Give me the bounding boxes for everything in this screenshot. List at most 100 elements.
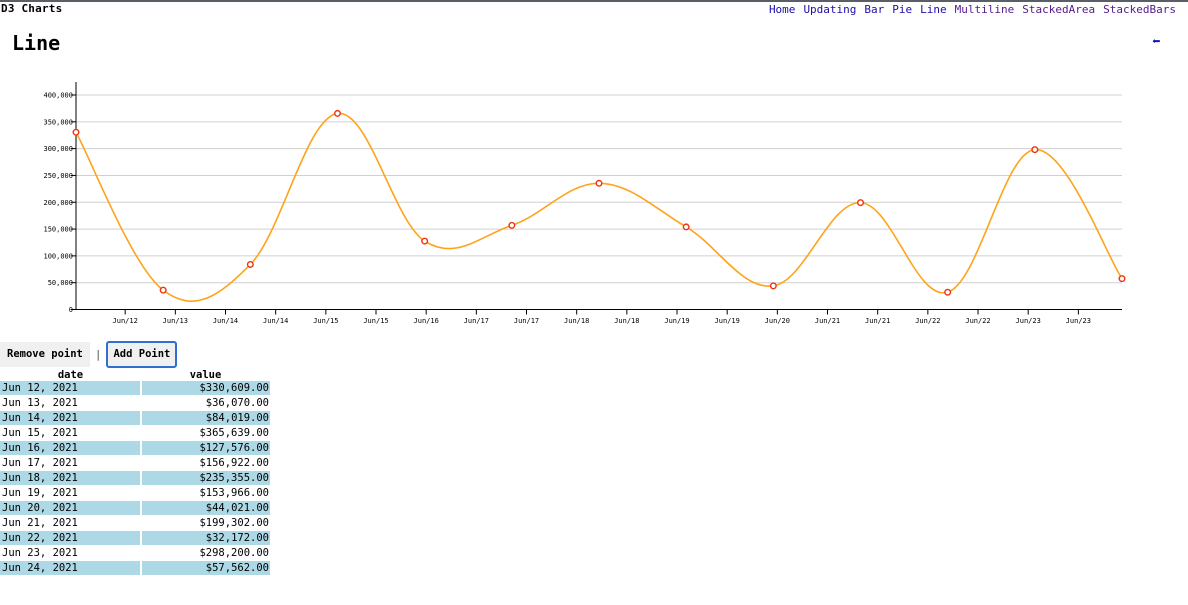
value-cell: $365,639.00 — [140, 425, 270, 441]
table-row: Jun 15, 2021 $365,639.00 — [0, 425, 270, 441]
data-point — [159, 286, 167, 294]
date-cell: Jun 12, 2021 — [0, 381, 141, 396]
date-cell: Jun 18, 2021 — [0, 470, 141, 486]
value-cell: $153,966.00 — [140, 485, 270, 501]
left-arrow-icon[interactable]: ⬅ — [1152, 34, 1160, 50]
y-tick-label: 0 — [69, 306, 73, 314]
y-tick-label: 350,000 — [43, 118, 73, 126]
table-row: Jun 16, 2021 $127,576.00 — [0, 440, 270, 456]
x-tick-label: Jun/23 — [1066, 317, 1091, 325]
date-cell: Jun 14, 2021 — [0, 410, 141, 426]
value-cell: $330,609.00 — [140, 381, 270, 396]
nav-link-pie[interactable]: Pie — [892, 3, 912, 16]
data-point — [72, 128, 80, 136]
y-tick-label: 300,000 — [43, 145, 73, 153]
x-tick-label: Jun/16 — [414, 317, 439, 325]
x-tick-label: Jun/22 — [915, 317, 940, 325]
table-row: Jun 21, 2021 $199,302.00 — [0, 515, 270, 531]
table-row: Jun 22, 2021 $32,172.00 — [0, 530, 270, 546]
data-point — [334, 109, 342, 117]
value-cell: $32,172.00 — [140, 530, 270, 546]
table-row: Jun 24, 2021 $57,562.00 — [0, 560, 270, 576]
x-tick-label: Jun/13 — [163, 317, 188, 325]
value-cell: $298,200.00 — [140, 545, 270, 561]
line-chart: 0 50,000 100,000 150,000 200,000 250,000 300,0… — [43, 82, 1126, 325]
x-tick-label: Jun/14 — [263, 317, 288, 325]
x-tick-label: Jun/15 — [363, 317, 388, 325]
x-tick-label: Jun/12 — [113, 317, 138, 325]
nav-link-multiline[interactable]: Multiline — [955, 3, 1015, 16]
date-cell: Jun 21, 2021 — [0, 515, 141, 531]
nav-link-line[interactable]: Line — [920, 3, 947, 16]
data-point — [421, 237, 429, 245]
table-row: Jun 17, 2021 $156,922.00 — [0, 455, 270, 471]
value-cell: $156,922.00 — [140, 455, 270, 471]
table-row: Jun 19, 2021 $153,966.00 — [0, 485, 270, 501]
date-cell: Jun 19, 2021 — [0, 485, 141, 501]
nav-link-stackedarea[interactable]: StackedArea — [1022, 3, 1095, 16]
data-point — [1118, 275, 1126, 283]
remove-point-button[interactable]: Remove point — [0, 341, 90, 367]
y-tick-label: 100,000 — [43, 252, 73, 260]
x-tick-label: Jun/17 — [464, 317, 489, 325]
value-column-header: value — [189, 369, 222, 381]
date-cell: Jun 23, 2021 — [0, 545, 141, 561]
table-row: Jun 18, 2021 $235,355.00 — [0, 470, 270, 486]
date-cell: Jun 16, 2021 — [0, 440, 141, 456]
date-cell: Jun 20, 2021 — [0, 500, 141, 516]
table-row: Jun 20, 2021 $44,021.00 — [0, 500, 270, 516]
chart-controls: Remove point | Add Point — [0, 340, 178, 368]
table-row: Jun 14, 2021 $84,019.00 — [0, 410, 270, 426]
x-tick-label: Jun/18 — [564, 317, 589, 325]
y-tick-label: 50,000 — [48, 279, 73, 287]
table-row: Jun 13, 2021 $36,070.00 — [0, 395, 270, 411]
data-point — [246, 260, 254, 268]
data-point — [1031, 146, 1039, 154]
app-brand: D3 Charts — [1, 2, 63, 15]
date-cell: Jun 15, 2021 — [0, 425, 141, 441]
table-header-row: date value — [0, 369, 270, 381]
y-tick-label: 200,000 — [43, 199, 73, 207]
x-tick-label: Jun/15 — [313, 317, 338, 325]
x-tick-label: Jun/19 — [664, 317, 689, 325]
top-border — [0, 0, 1188, 2]
nav-link-bar[interactable]: Bar — [864, 3, 884, 16]
date-cell: Jun 24, 2021 — [0, 560, 141, 576]
nav-link-stackedbars[interactable]: StackedBars — [1103, 3, 1176, 16]
nav-link-updating[interactable]: Updating — [803, 3, 856, 16]
table-row: Jun 12, 2021 $330,609.00 — [0, 381, 270, 396]
data-table: date value Jun 12, 2021 $330,609.00 Jun 13… — [0, 369, 270, 576]
date-cell: Jun 13, 2021 — [0, 395, 141, 411]
y-tick-label: 150,000 — [43, 226, 73, 234]
controls-separator: | — [94, 347, 102, 361]
page-title: Line — [12, 31, 61, 55]
value-cell: $199,302.00 — [140, 515, 270, 531]
x-tick-label: Jun/22 — [965, 317, 990, 325]
table-row: Jun 23, 2021 $298,200.00 — [0, 545, 270, 561]
data-line — [75, 112, 1123, 302]
value-cell: $36,070.00 — [140, 395, 270, 411]
value-cell: $127,576.00 — [140, 440, 270, 456]
x-tick-label: Jun/21 — [865, 317, 890, 325]
data-point — [857, 199, 865, 207]
x-tick-label: Jun/20 — [765, 317, 790, 325]
date-column-header: date — [57, 369, 84, 381]
x-tick-label: Jun/18 — [614, 317, 639, 325]
value-cell: $235,355.00 — [140, 470, 270, 486]
y-tick-label: 400,000 — [43, 92, 73, 100]
y-tick-label: 250,000 — [43, 172, 73, 180]
data-point — [508, 221, 516, 229]
data-point — [595, 179, 603, 187]
data-point — [944, 288, 952, 296]
date-cell: Jun 17, 2021 — [0, 455, 141, 471]
date-cell: Jun 22, 2021 — [0, 530, 141, 546]
value-cell: $44,021.00 — [140, 500, 270, 516]
value-cell: $57,562.00 — [140, 560, 270, 576]
x-tick-label: Jun/17 — [514, 317, 539, 325]
x-tick-label: Jun/19 — [715, 317, 740, 325]
add-point-button[interactable]: Add Point — [106, 340, 178, 368]
nav-link-home[interactable]: Home — [769, 3, 796, 16]
data-point — [682, 223, 690, 231]
x-tick-label: Jun/14 — [213, 317, 238, 325]
main-nav: Home Updating Bar Pie Line Multiline StackedAr… — [761, 3, 1176, 16]
